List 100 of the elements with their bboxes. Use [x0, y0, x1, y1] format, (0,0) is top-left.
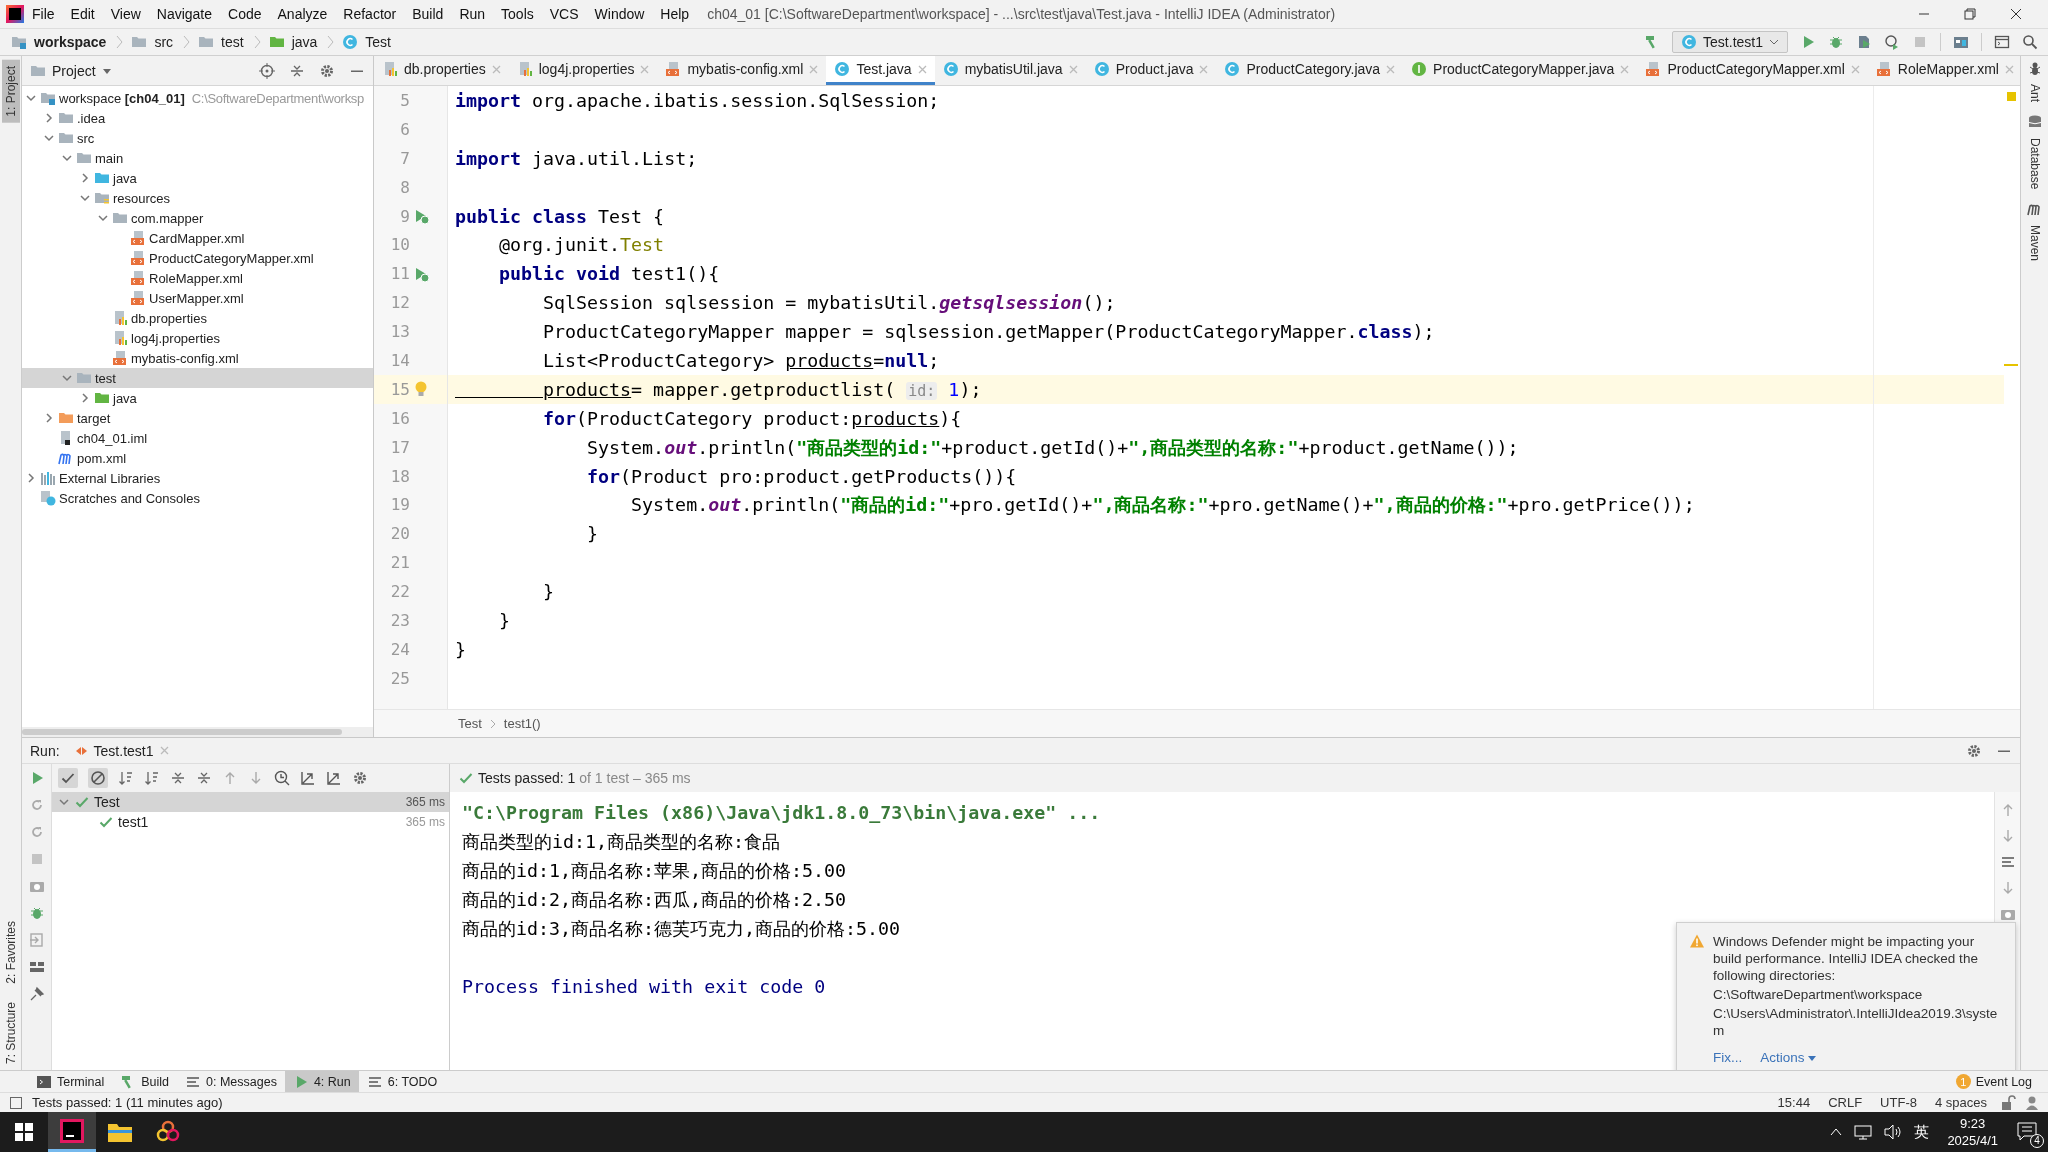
network-icon[interactable] [1854, 1124, 1873, 1140]
start-icon[interactable] [15, 1123, 33, 1141]
test-tree-item[interactable]: Test 365 ms [52, 792, 449, 812]
expand-all-icon[interactable] [170, 770, 186, 786]
event-log-button[interactable]: 1 Event Log [1955, 1071, 2048, 1092]
tree-item[interactable]: test [22, 368, 373, 388]
lock-icon[interactable] [2000, 1094, 2016, 1111]
tree-item[interactable]: ProductCategoryMapper.xml [22, 248, 373, 268]
project-structure-icon[interactable] [1953, 34, 1969, 50]
menu-item[interactable]: Window [586, 6, 653, 22]
tool-window-tab[interactable]: Terminal [28, 1071, 113, 1092]
menu-item[interactable]: Navigate [148, 6, 221, 22]
menu-item[interactable]: Run [451, 6, 494, 22]
folder-app-icon[interactable] [107, 1121, 133, 1143]
status-item[interactable]: UTF-8 [1875, 1095, 1922, 1110]
pin-icon[interactable] [28, 986, 45, 1002]
database-icon[interactable] [2026, 114, 2043, 130]
tool-window-tab[interactable]: 2: Favorites [1, 915, 20, 990]
clock[interactable]: 9:23 2025/4/1 [1941, 1115, 2004, 1149]
profile-icon[interactable] [1884, 34, 1900, 50]
breadcrumb-link[interactable]: src [151, 34, 177, 50]
editor-tab[interactable]: RoleMapper.xml [1867, 56, 2020, 85]
notification-link[interactable]: Actions [1760, 1049, 1817, 1066]
tree-item[interactable]: pom.xml [22, 448, 373, 468]
tree-item[interactable]: db.properties [22, 308, 373, 328]
editor-tab[interactable]: Test.java [826, 56, 935, 85]
breadcrumb-link[interactable]: java [288, 34, 321, 50]
input-method-indicator[interactable]: 英 [1914, 1122, 1930, 1142]
tool-window-tab[interactable]: 6: TODO [358, 1071, 446, 1092]
tree-item[interactable]: resources [22, 188, 373, 208]
editor-tab[interactable]: ProductCategory.java [1216, 56, 1404, 85]
editor-tab[interactable]: ProductCategoryMapper.java [1403, 56, 1638, 85]
layout-icon[interactable] [28, 959, 45, 975]
export-icon[interactable] [326, 770, 342, 786]
sort-alpha-icon[interactable] [118, 770, 134, 786]
tool-window-tab[interactable]: Database [2025, 132, 2044, 196]
menu-item[interactable]: File [24, 6, 63, 22]
tree-item[interactable]: log4j.properties [22, 328, 373, 348]
bug-icon[interactable] [28, 905, 45, 921]
menu-item[interactable]: Edit [62, 6, 103, 22]
locate-icon[interactable] [259, 62, 275, 79]
close-icon[interactable] [2010, 8, 2022, 20]
run-tab[interactable]: Test.test1 [73, 742, 169, 759]
breadcrumb-link[interactable]: test1() [503, 716, 541, 731]
tree-item[interactable]: mybatis-config.xml [22, 348, 373, 368]
menu-item[interactable]: VCS [541, 6, 587, 22]
tree-item[interactable]: CardMapper.xml [22, 228, 373, 248]
project-view-dropdown[interactable]: Project [30, 62, 112, 79]
tree-item[interactable]: target [22, 408, 373, 428]
settings-icon[interactable] [352, 770, 368, 786]
tree-item[interactable]: java [22, 388, 373, 408]
menu-item[interactable]: Refactor [335, 6, 405, 22]
test-tree-item[interactable]: test1 365 ms [52, 812, 449, 832]
editor-tab[interactable]: mybatis-config.xml [657, 56, 827, 85]
search-icon[interactable] [2022, 34, 2038, 50]
terminal-icon[interactable] [1994, 34, 2010, 50]
show-ignored-icon[interactable] [90, 770, 106, 786]
editor-tab[interactable]: ProductCategoryMapper.xml [1637, 56, 1868, 85]
menu-item[interactable]: Build [404, 6, 452, 22]
sort-duration-icon[interactable] [144, 770, 160, 786]
menu-item[interactable]: Tools [493, 6, 542, 22]
status-icon[interactable] [8, 1094, 24, 1111]
status-item[interactable]: CRLF [1823, 1095, 1868, 1110]
tool-window-tab[interactable]: Maven [2025, 219, 2044, 268]
tree-item[interactable]: src [22, 128, 373, 148]
tree-item[interactable]: main [22, 148, 373, 168]
status-item[interactable]: 4 spaces [1929, 1095, 1992, 1110]
breadcrumb-link[interactable]: workspace [31, 34, 110, 50]
editor-tab[interactable]: Product.java [1085, 56, 1217, 85]
chevron-up-icon[interactable] [1830, 1127, 1843, 1137]
tree-item[interactable]: workspace [ch04_01] C:\SoftwareDepartment\worksp [22, 88, 373, 108]
restore-icon[interactable] [1964, 8, 1976, 20]
tree-item[interactable]: ch04_01.iml [22, 428, 373, 448]
petal-app-icon[interactable] [156, 1120, 180, 1144]
run-configuration-dropdown[interactable]: Test.test1 [1672, 31, 1788, 53]
tree-item[interactable]: RoleMapper.xml [22, 268, 373, 288]
tool-window-tab[interactable]: Ant [2025, 78, 2044, 108]
volume-icon[interactable] [1884, 1124, 1903, 1140]
breadcrumb-link[interactable]: Test [362, 34, 394, 50]
ide-app-icon[interactable] [60, 1118, 84, 1143]
tool-window-tab[interactable]: 0: Messages [177, 1071, 285, 1092]
menu-item[interactable]: Analyze [269, 6, 336, 22]
tool-window-tab[interactable]: 4: Run [284, 1071, 359, 1092]
settings-icon[interactable] [319, 62, 335, 79]
editor-tab[interactable]: db.properties [374, 56, 509, 85]
settings-icon[interactable] [1966, 742, 1982, 759]
tool-window-tab[interactable]: Build [112, 1071, 178, 1092]
tree-item[interactable]: java [22, 168, 373, 188]
tree-item[interactable]: UserMapper.xml [22, 288, 373, 308]
collapse-all-icon[interactable] [196, 770, 212, 786]
menu-item[interactable]: Help [652, 6, 698, 22]
tool-window-tab[interactable]: 7: Structure [1, 995, 20, 1070]
breadcrumb-link[interactable]: Test [458, 716, 482, 731]
menu-item[interactable]: View [102, 6, 149, 22]
history-icon[interactable] [274, 770, 290, 786]
tree-item[interactable]: com.mapper [22, 208, 373, 228]
soft-wrap-icon[interactable] [1999, 854, 2016, 870]
status-item[interactable]: 15:44 [1772, 1095, 1816, 1110]
notification-link[interactable]: Fix... [1713, 1049, 1743, 1066]
editor-tab[interactable]: mybatisUtil.java [934, 56, 1086, 85]
